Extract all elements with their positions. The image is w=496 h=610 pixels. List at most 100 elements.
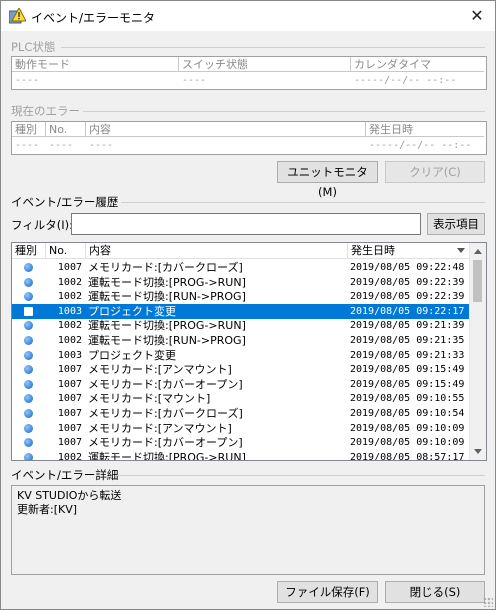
row-content: メモリカード:[カバーオープン] xyxy=(88,377,243,391)
row-content: メモリカード:[カバークローズ] xyxy=(88,261,243,274)
sort-descending-icon xyxy=(457,248,465,253)
history-row[interactable]: 1007 メモリカード:[マウント] 2019/08/05 09:10:55 xyxy=(12,391,469,406)
row-number: 1007 xyxy=(57,393,82,405)
info-icon xyxy=(24,350,33,360)
plc-status-divider xyxy=(61,47,485,48)
history-row[interactable]: 1007 メモリカード:[カバークローズ] 2019/08/05 09:22:48 xyxy=(12,260,469,275)
row-number: 1007 xyxy=(57,262,82,273)
row-date: 2019/08/05 08:57:17 xyxy=(350,451,465,461)
history-row[interactable]: 1002 運転モード切換:[PROG->RUN] 2019/08/05 08:57:… xyxy=(12,450,469,461)
row-number: 1002 xyxy=(57,276,82,288)
row-number: 1007 xyxy=(57,408,82,419)
row-number: 1007 xyxy=(57,437,82,449)
history-row[interactable]: 1002 運転モード切換:[RUN->PROG] 2019/08/05 09:22:… xyxy=(12,289,469,304)
history-header-content[interactable]: 内容 xyxy=(86,243,348,259)
close-button[interactable]: 閉じる(S) xyxy=(385,581,485,603)
history-row[interactable]: 1003 プロジェクト変更 2019/08/05 09:22:17 xyxy=(12,303,469,319)
plc-value-switch: ---- xyxy=(182,75,207,86)
row-date: 2019/08/05 09:22:39 xyxy=(350,276,465,288)
row-date: 2019/08/05 09:15:49 xyxy=(350,378,465,390)
history-row[interactable]: 1003 プロジェクト変更 2019/08/05 09:21:33 xyxy=(12,348,469,363)
row-number: 1007 xyxy=(57,364,82,376)
scroll-up-arrow-icon[interactable] xyxy=(474,249,482,254)
row-date: 2019/08/05 09:22:48 xyxy=(350,262,465,273)
current-error-grid: 種別 No. 内容 発生日時 ---- ---- ---- -----/--/-… xyxy=(11,121,487,155)
title-bar: イベント/エラーモニタ ✕ xyxy=(1,1,495,31)
history-row[interactable]: 1002 運転モード切換:[PROG->RUN] 2019/08/05 09:22:… xyxy=(12,275,469,290)
info-icon xyxy=(24,438,33,448)
info-icon xyxy=(24,336,33,345)
row-content: 運転モード切換:[PROG->RUN] xyxy=(88,319,246,333)
info-icon xyxy=(24,409,33,418)
plc-header-switch: スイッチ状態 xyxy=(179,57,351,72)
row-number: 1007 xyxy=(57,378,82,390)
info-icon xyxy=(24,306,33,316)
row-date: 2019/08/05 09:21:33 xyxy=(350,349,465,361)
plc-header-mode: 動作モード xyxy=(12,57,179,72)
plc-status-label: PLC状態 xyxy=(11,40,56,54)
filter-label: フィルタ(I): xyxy=(11,218,74,232)
info-icon xyxy=(24,365,33,375)
display-items-button[interactable]: 表示項目 xyxy=(427,213,485,235)
current-error-header-no: No. xyxy=(46,122,86,137)
resize-grip-icon[interactable] xyxy=(483,597,493,607)
event-error-monitor-window: イベント/エラーモニタ ✕ PLC状態 動作モード スイッチ状態 カレンダタイマ… xyxy=(0,0,496,610)
scrollbar-thumb[interactable] xyxy=(473,260,482,302)
row-date: 2019/08/05 09:10:09 xyxy=(350,422,465,434)
history-header-date-label: 発生日時 xyxy=(351,244,395,257)
row-content: メモリカード:[アンマウント] xyxy=(88,421,232,435)
filter-input[interactable] xyxy=(71,213,421,235)
row-date: 2019/08/05 09:10:55 xyxy=(350,393,465,405)
row-content: メモリカード:[カバークローズ] xyxy=(88,407,243,420)
info-icon xyxy=(24,394,33,404)
info-icon xyxy=(24,277,33,287)
info-icon xyxy=(24,292,33,302)
detail-text-area[interactable]: KV STUDIOから転送 更新者:[KV] xyxy=(11,485,485,575)
save-file-button[interactable]: ファイル保存(F) xyxy=(277,581,378,603)
detail-line: 更新者:[KV] xyxy=(17,503,78,516)
close-window-button[interactable]: ✕ xyxy=(465,5,489,27)
plc-value-mode: ---- xyxy=(15,75,40,86)
current-error-value-content: ---- xyxy=(89,140,114,151)
detail-label: イベント/エラー詳細 xyxy=(11,468,119,482)
history-header-date[interactable]: 発生日時 xyxy=(348,243,469,259)
row-number: 1002 xyxy=(57,335,82,346)
plc-status-grid: 動作モード スイッチ状態 カレンダタイマ ---- ---- -----/--/… xyxy=(11,56,487,90)
history-row[interactable]: 1007 メモリカード:[カバーオープン] 2019/08/05 09:10:09 xyxy=(12,435,469,450)
row-number: 1003 xyxy=(57,305,82,317)
current-error-label: 現在のエラー xyxy=(11,104,80,118)
history-header-type[interactable]: 種別 xyxy=(12,243,46,259)
current-error-divider xyxy=(83,111,485,112)
row-date: 2019/08/05 09:21:35 xyxy=(350,335,465,346)
clear-button[interactable]: クリア(C) xyxy=(385,161,485,183)
history-header-no[interactable]: No. xyxy=(46,243,86,259)
row-content: メモリカード:[アンマウント] xyxy=(88,363,232,377)
row-date: 2019/08/05 09:15:49 xyxy=(350,364,465,376)
row-content: 運転モード切換:[RUN->PROG] xyxy=(88,334,246,347)
current-error-header-content: 内容 xyxy=(86,122,366,137)
history-row[interactable]: 1007 メモリカード:[アンマウント] 2019/08/05 09:10:09 xyxy=(12,421,469,436)
info-icon xyxy=(24,263,33,272)
row-content: 運転モード切換:[PROG->RUN] xyxy=(88,450,246,461)
current-error-value-date: -----/--/-- --:-- xyxy=(369,140,472,151)
unit-monitor-button[interactable]: ユニットモニタ(M) xyxy=(277,161,378,199)
history-row[interactable]: 1007 メモリカード:[カバーオープン] 2019/08/05 09:15:49 xyxy=(12,377,469,392)
info-icon xyxy=(24,452,33,460)
current-error-header-date: 発生日時 xyxy=(366,122,484,137)
history-row[interactable]: 1007 メモリカード:[カバークローズ] 2019/08/05 09:10:54 xyxy=(12,406,469,421)
info-icon xyxy=(24,423,33,433)
history-row[interactable]: 1002 運転モード切換:[RUN->PROG] 2019/08/05 09:21:… xyxy=(12,333,469,348)
history-scrollbar[interactable] xyxy=(469,243,486,460)
current-error-value-no: ---- xyxy=(49,140,74,151)
row-content: 運転モード切換:[RUN->PROG] xyxy=(88,290,246,304)
row-date: 2019/08/05 09:10:09 xyxy=(350,437,465,449)
history-list[interactable]: 種別 No. 内容 発生日時 1007 メモリカード:[カバークローズ] 2019/… xyxy=(11,242,487,461)
info-icon xyxy=(24,321,33,331)
warning-app-icon xyxy=(9,8,26,24)
history-row[interactable]: 1002 運転モード切換:[PROG->RUN] 2019/08/05 09:21:… xyxy=(12,318,469,333)
row-date: 2019/08/05 09:21:39 xyxy=(350,320,465,332)
scroll-down-arrow-icon[interactable] xyxy=(474,449,482,454)
history-row[interactable]: 1007 メモリカード:[アンマウント] 2019/08/05 09:15:49 xyxy=(12,362,469,377)
row-content: メモリカード:[カバーオープン] xyxy=(88,436,243,450)
row-content: 運転モード切換:[PROG->RUN] xyxy=(88,275,246,289)
